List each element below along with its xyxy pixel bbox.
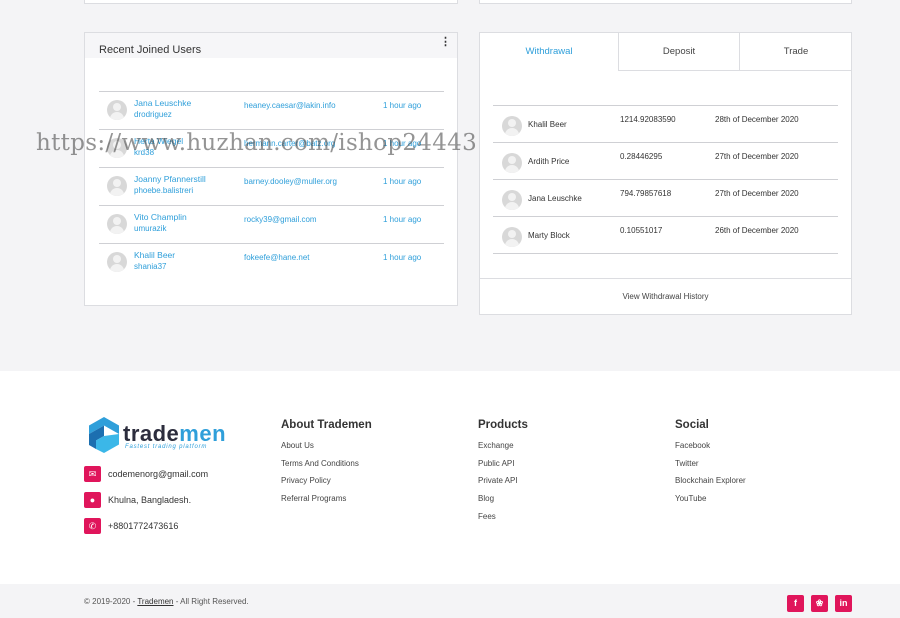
withdrawal-amount: 0.10551017 xyxy=(620,226,663,235)
footer-link[interactable]: YouTube xyxy=(675,494,746,512)
user-email-link[interactable]: barney.dooley@muller.org xyxy=(244,177,337,186)
footer-link[interactable]: Terms And Conditions xyxy=(281,459,372,477)
more-vertical-icon[interactable]: ⋮ xyxy=(440,37,451,48)
withdrawal-date: 26th of December 2020 xyxy=(715,226,799,235)
user-handle-link[interactable]: krd38 xyxy=(134,148,154,157)
avatar xyxy=(107,100,127,120)
user-name-link[interactable]: Vito Champlin xyxy=(134,212,187,222)
footer-column-title: About Trademen xyxy=(281,419,372,431)
tab-withdrawal[interactable]: Withdrawal xyxy=(480,33,619,71)
tab-trade[interactable]: Trade xyxy=(740,33,852,71)
user-joined-time: 1 hour ago xyxy=(383,101,422,110)
avatar xyxy=(502,227,522,247)
footer-column-title: Products xyxy=(478,419,528,431)
bottom-bar: © 2019-2020 - Trademen - All Right Reser… xyxy=(0,584,900,618)
table-row: Jana Leuschke drodriguez heaney.caesar@l… xyxy=(99,92,444,130)
withdrawal-date: 27th of December 2020 xyxy=(715,152,799,161)
brand-logo[interactable]: trademen Fastest trading platform xyxy=(88,417,238,457)
table-row: Vito Champlin umurazik rocky39@gmail.com… xyxy=(99,206,444,244)
table-row: Ardith Price 0.28446295 27th of December… xyxy=(493,143,838,180)
withdrawal-amount: 794.79857618 xyxy=(620,189,672,198)
footer-column-social: Social Facebook Twitter Blockchain Explo… xyxy=(675,419,746,512)
footer-link[interactable]: Privacy Policy xyxy=(281,476,372,494)
linkedin-icon[interactable]: in xyxy=(835,595,852,612)
withdrawal-amount: 0.28446295 xyxy=(620,152,663,161)
withdrawal-user-name: Marty Block xyxy=(528,231,570,240)
user-joined-time: 1 hour ago xyxy=(383,253,422,262)
avatar xyxy=(107,176,127,196)
footer-link[interactable]: Fees xyxy=(478,512,528,530)
footer-column-title: Social xyxy=(675,419,709,431)
contact-email-text: codemenorg@gmail.com xyxy=(108,469,209,479)
user-email-link[interactable]: hermann.carter@batz.org xyxy=(244,139,335,148)
brand-tagline: Fastest trading platform xyxy=(125,444,208,450)
footer-link[interactable]: Facebook xyxy=(675,441,746,459)
view-withdrawal-history-link[interactable]: View Withdrawal History xyxy=(480,278,851,314)
withdrawal-user-name: Jana Leuschke xyxy=(528,194,582,203)
footer-link[interactable]: Public API xyxy=(478,459,528,477)
contact-address-text: Khulna, Bangladesh. xyxy=(108,495,192,505)
copyright-text: © 2019-2020 - Trademen - All Right Reser… xyxy=(84,597,249,606)
tab-bar: Withdrawal Deposit Trade xyxy=(480,33,852,71)
user-email-link[interactable]: heaney.caesar@lakin.info xyxy=(244,101,336,110)
footer-column-products: Products Exchange Public API Private API… xyxy=(478,419,528,529)
user-name-link[interactable]: Joanny Pfannerstill xyxy=(134,174,206,184)
logo-mark-icon xyxy=(89,417,119,453)
user-joined-time: 1 hour ago xyxy=(383,177,422,186)
avatar xyxy=(502,190,522,210)
card-header: Recent Joined Users ⋮ xyxy=(85,33,457,58)
table-row: Jana Leuschke 794.79857618 27th of Decem… xyxy=(493,180,838,217)
footer-link[interactable]: Blog xyxy=(478,494,528,512)
avatar xyxy=(107,252,127,272)
footer-link[interactable]: Private API xyxy=(478,476,528,494)
table-row: Joanny Pfannerstill phoebe.balistreri ba… xyxy=(99,168,444,206)
user-joined-time: 1 hour ago xyxy=(383,215,422,224)
footer-link[interactable]: Exchange xyxy=(478,441,528,459)
withdrawal-user-name: Khalil Beer xyxy=(528,120,567,129)
avatar xyxy=(107,138,127,158)
footer-link[interactable]: Twitter xyxy=(675,459,746,477)
recent-users-card: Recent Joined Users ⋮ Jana Leuschke drod… xyxy=(84,32,458,306)
user-name-link[interactable]: Khalil Beer xyxy=(134,250,175,260)
table-row: Herta Wiegel krd38 hermann.carter@batz.o… xyxy=(99,130,444,168)
table-row: Khalil Beer shania37 fokeefe@hane.net 1 … xyxy=(99,244,444,282)
footer-link[interactable]: About Us xyxy=(281,441,372,459)
user-email-link[interactable]: rocky39@gmail.com xyxy=(244,215,317,224)
table-row: Marty Block 0.10551017 26th of December … xyxy=(493,217,838,254)
card-title: Recent Joined Users xyxy=(99,44,202,56)
withdrawal-date: 27th of December 2020 xyxy=(715,189,799,198)
facebook-icon[interactable]: f xyxy=(787,595,804,612)
withdrawal-amount: 1214.92083590 xyxy=(620,115,676,124)
user-handle-link[interactable]: umurazik xyxy=(134,224,166,233)
tab-deposit[interactable]: Deposit xyxy=(619,33,740,71)
avatar xyxy=(502,153,522,173)
withdrawal-date: 28th of December 2020 xyxy=(715,115,799,124)
contact-phone-text: +8801772473616 xyxy=(108,521,179,531)
avatar xyxy=(107,214,127,234)
phone-icon: ✆ xyxy=(84,518,101,534)
withdrawal-table: Khalil Beer 1214.92083590 28th of Decemb… xyxy=(493,105,838,254)
footer-link[interactable]: Blockchain Explorer xyxy=(675,476,746,494)
user-name-link[interactable]: Herta Wiegel xyxy=(134,136,183,146)
user-joined-time: 1 hour ago xyxy=(383,139,422,148)
site-footer: trademen Fastest trading platform ✉ code… xyxy=(0,371,900,584)
table-row: Khalil Beer 1214.92083590 28th of Decemb… xyxy=(493,106,838,143)
footer-column-about: About Trademen About Us Terms And Condit… xyxy=(281,419,372,512)
user-handle-link[interactable]: shania37 xyxy=(134,262,166,271)
copyright-brand-link[interactable]: Trademen xyxy=(137,597,173,606)
users-table: Jana Leuschke drodriguez heaney.caesar@l… xyxy=(99,91,444,282)
user-handle-link[interactable]: phoebe.balistreri xyxy=(134,186,193,195)
twitter-icon[interactable]: ❀ xyxy=(811,595,828,612)
transactions-card: Withdrawal Deposit Trade Khalil Beer 121… xyxy=(479,32,852,315)
card-stub-left xyxy=(84,0,458,4)
user-handle-link[interactable]: drodriguez xyxy=(134,110,172,119)
withdrawal-user-name: Ardith Price xyxy=(528,157,570,166)
user-name-link[interactable]: Jana Leuschke xyxy=(134,98,191,108)
avatar xyxy=(502,116,522,136)
location-pin-icon: ● xyxy=(84,492,101,508)
card-stub-right xyxy=(479,0,852,4)
user-email-link[interactable]: fokeefe@hane.net xyxy=(244,253,310,262)
footer-link[interactable]: Referral Programs xyxy=(281,494,372,512)
mail-icon: ✉ xyxy=(84,466,101,482)
